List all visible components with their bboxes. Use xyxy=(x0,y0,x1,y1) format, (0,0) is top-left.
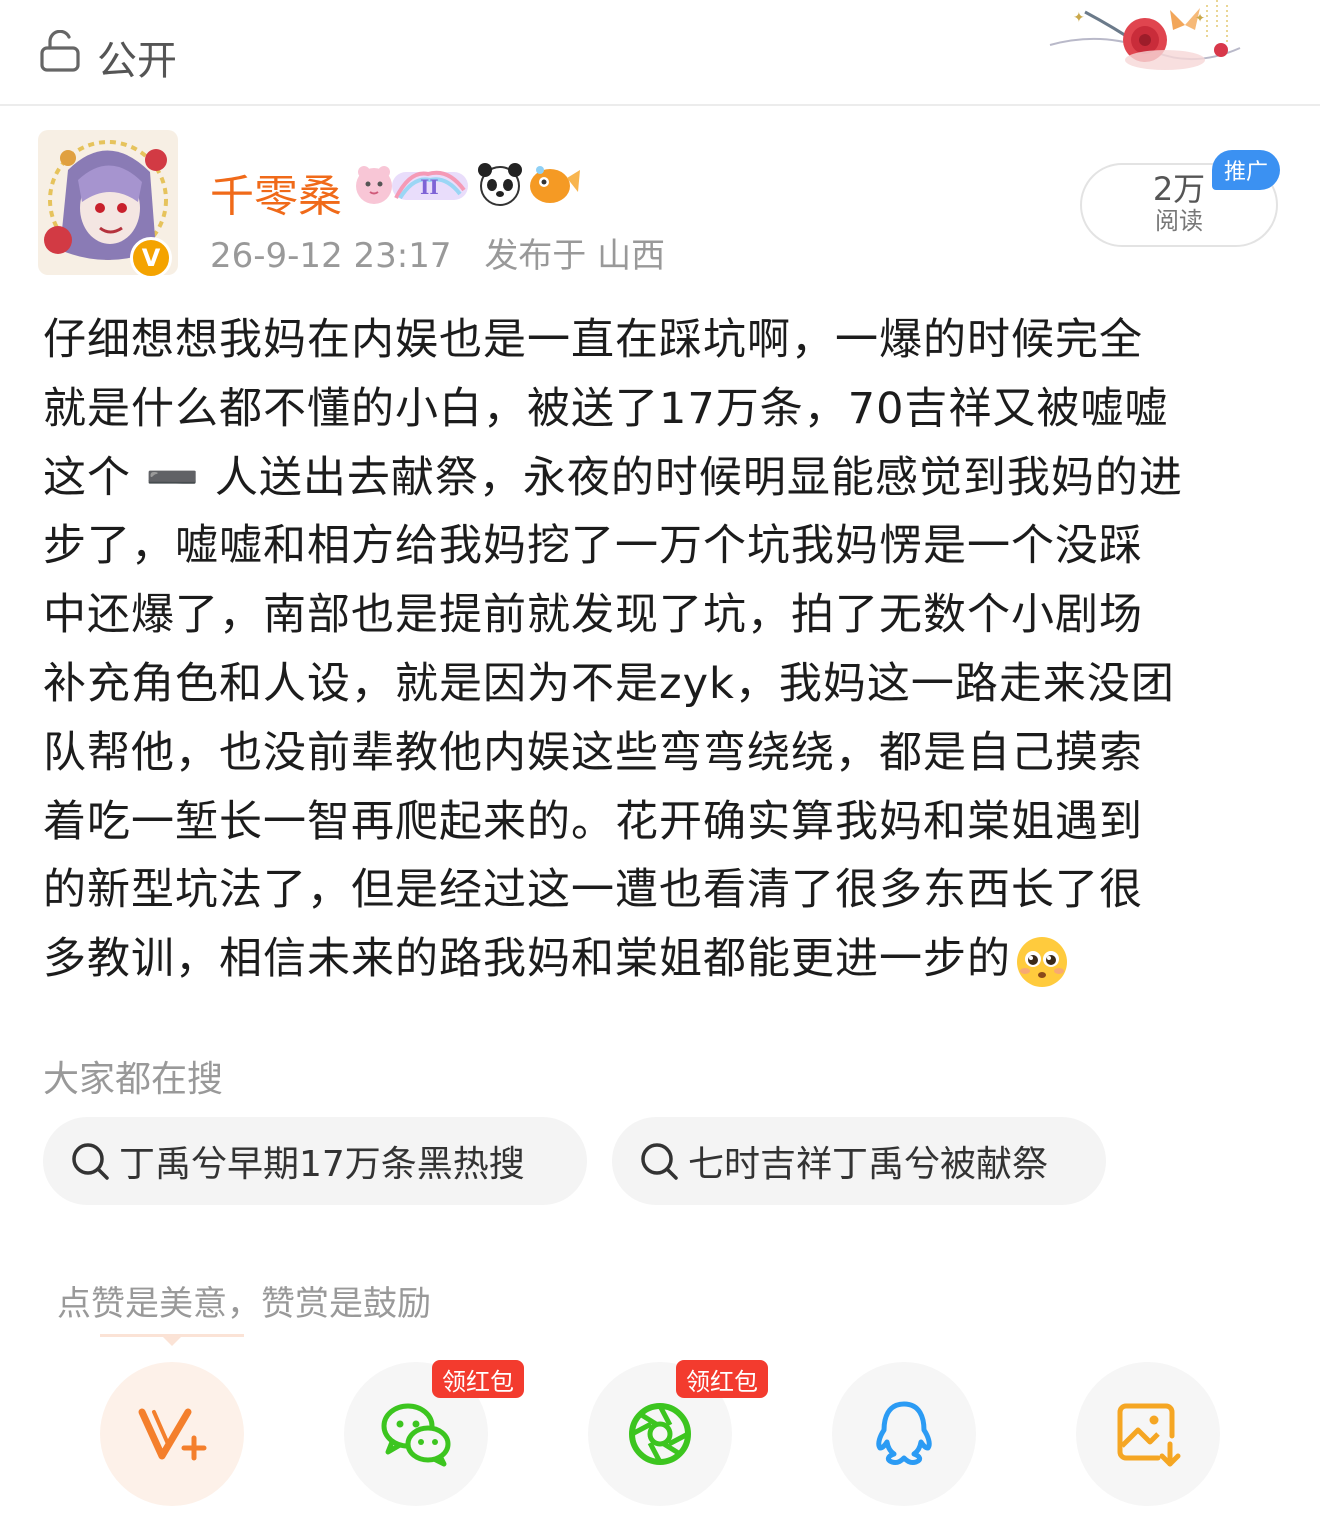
post-line: 队帮他，也没前辈教他内娱这些弯弯绕绕，都是自己摸索 xyxy=(43,727,1143,778)
search-chip[interactable]: 七时吉祥丁禹兮被献祭 xyxy=(612,1117,1106,1205)
post-line: 补充角色和人设，就是因为不是zyk，我妈这一路走来没团 xyxy=(43,658,1175,709)
reward-button[interactable] xyxy=(100,1362,244,1506)
post-timestamp: 26-9-12 23:17 xyxy=(210,236,452,276)
post-line: 这个 ➖ 人送出去献祭，永夜的时候明显能感觉到我妈的进 xyxy=(43,452,1183,503)
reward-pointer xyxy=(160,1334,184,1346)
goldfish-icon xyxy=(530,166,580,203)
rose-butterfly-decoration: ✦ ✦ xyxy=(1049,0,1241,70)
qq-icon xyxy=(876,1401,932,1465)
visibility-label[interactable]: 公开 xyxy=(97,28,177,86)
post-line: 步了，嘘嘘和相方给我妈挖了一万个坑我妈愣是一个没踩 xyxy=(43,521,1143,572)
reward-hint: 点赞是美意，赞赏是鼓励 xyxy=(57,1284,431,1324)
red-packet-badge: 领红包 xyxy=(432,1360,524,1398)
red-packet-badge: 领红包 xyxy=(676,1360,768,1398)
search-icon xyxy=(72,1143,109,1180)
search-chip-label: 七时吉祥丁禹兮被献祭 xyxy=(688,1144,1049,1185)
pleading-face-emoji xyxy=(1017,936,1067,987)
svg-text:✦: ✦ xyxy=(1195,11,1205,25)
post-body: 仔细想想我妈在内娱也是一直在踩坑啊，一爆的时候完全 就是什么都不懂的小白，被送了… xyxy=(43,306,1283,994)
heart-bear-badge xyxy=(356,166,392,204)
panda-icon xyxy=(478,163,522,206)
svg-text:II: II xyxy=(420,175,439,199)
post-line: 中还爆了，南部也是提前就发现了坑，拍了无数个小剧场 xyxy=(43,590,1143,641)
v-plus-reward-icon xyxy=(138,1408,207,1461)
save-image-button[interactable] xyxy=(1076,1362,1220,1506)
reads-label: 阅读 xyxy=(1155,207,1203,235)
search-icon xyxy=(641,1143,678,1180)
verified-badge: V xyxy=(130,237,172,279)
post-line: 多教训，相信未来的路我妈和棠姐都能更进一步的 xyxy=(43,934,1011,985)
save-image-icon xyxy=(1117,1403,1181,1467)
post-line: 着吃一堑长一智再爬起来的。花开确实算我妈和棠姐遇到 xyxy=(43,796,1143,847)
post-location: 发布于 山西 xyxy=(484,236,666,276)
share-qq-button[interactable] xyxy=(832,1362,976,1506)
lock-open-icon[interactable] xyxy=(40,30,80,72)
wechat-icon xyxy=(381,1403,451,1467)
post-line: 的新型坑法了，但是经过这一遭也看清了很多东西长了很 xyxy=(43,865,1143,916)
post-line-last: 多教训，相信未来的路我妈和棠姐都能更进一步的 xyxy=(43,925,1283,994)
user-badges[interactable]: II xyxy=(352,160,582,210)
svg-text:✦: ✦ xyxy=(1073,10,1085,26)
rainbow-level-badge: II xyxy=(392,170,468,200)
username[interactable]: 千零桑 xyxy=(210,160,342,224)
search-chip-label: 丁禹兮早期17万条黑热搜 xyxy=(119,1144,525,1185)
post-line: 仔细想想我妈在内娱也是一直在踩坑啊，一爆的时候完全 xyxy=(43,315,1143,365)
search-heading: 大家都在搜 xyxy=(43,1059,224,1100)
post-line: 就是什么都不懂的小白，被送了17万条，70吉祥又被嘘嘘 xyxy=(43,383,1169,434)
search-chip[interactable]: 丁禹兮早期17万条黑热搜 xyxy=(43,1117,587,1205)
promo-badge[interactable]: 推广 xyxy=(1212,150,1280,190)
post-meta: 26-9-12 23:17 发布于 山西 xyxy=(210,228,665,277)
wechat-moments-icon xyxy=(629,1403,691,1465)
top-bar: 公开 ✦ ✦ xyxy=(0,0,1320,106)
